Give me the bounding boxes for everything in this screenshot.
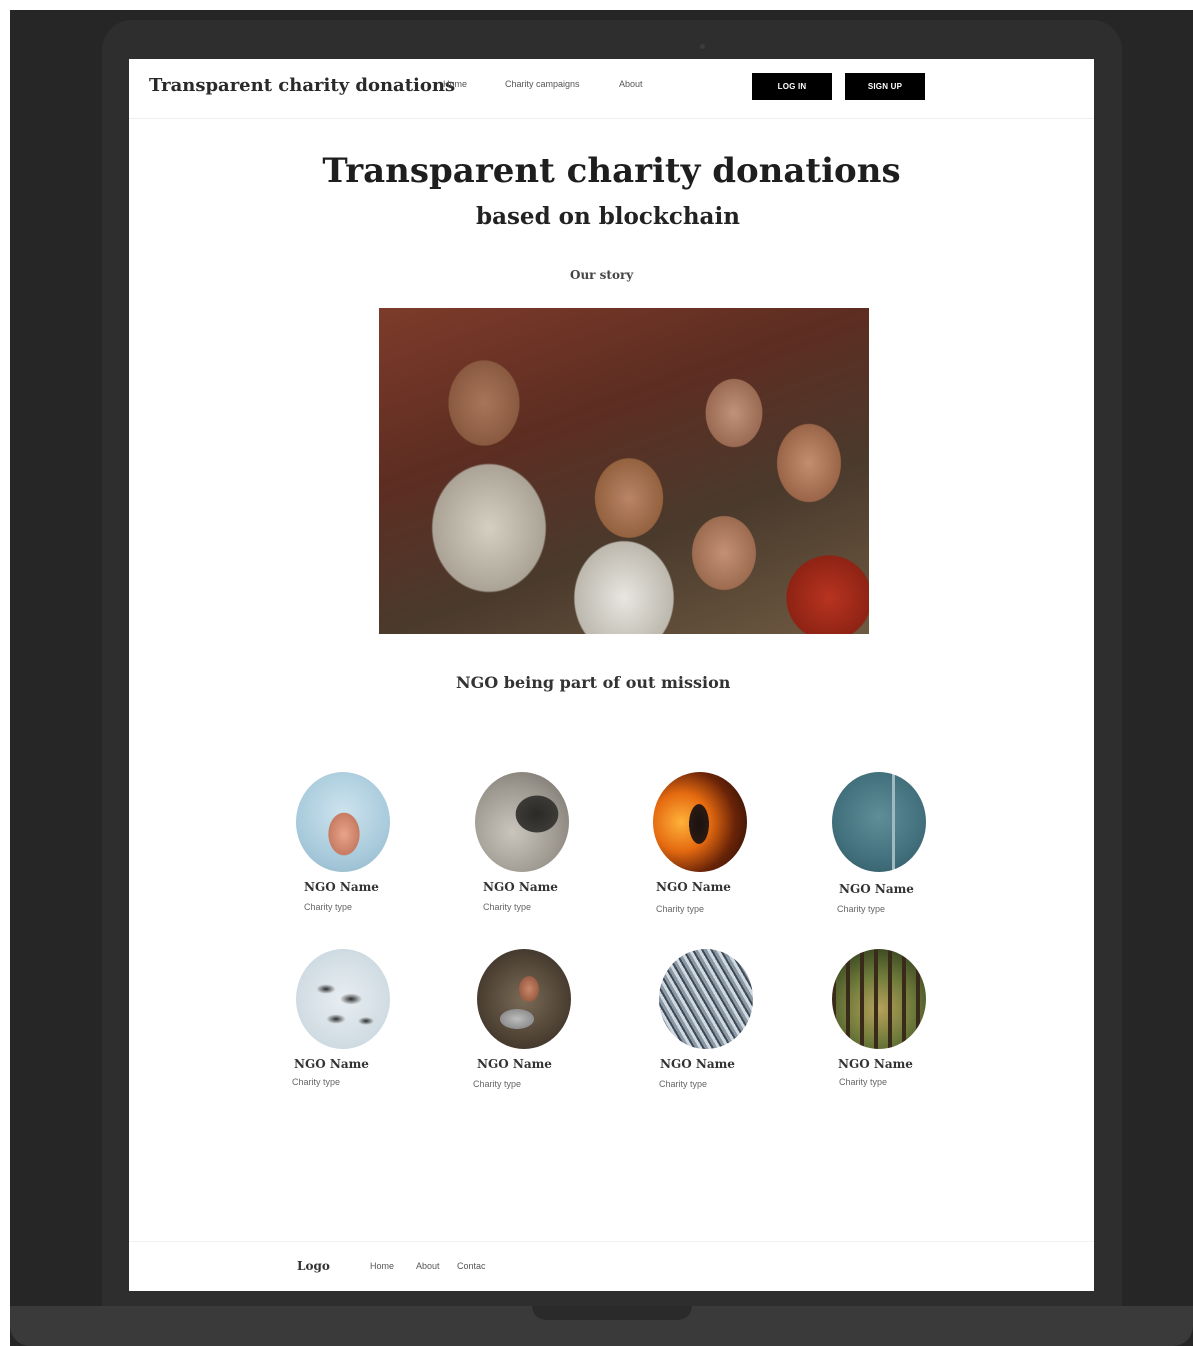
- ngo-avatar-market: [475, 772, 569, 872]
- ngo-card[interactable]: NGO Name Charity type: [832, 772, 942, 922]
- top-navbar: Transparent charity donations Home Chari…: [129, 59, 1094, 119]
- ngo-avatar-fire: [653, 772, 747, 872]
- footer-link-home[interactable]: Home: [370, 1261, 394, 1271]
- footer-logo[interactable]: Logo: [297, 1259, 330, 1273]
- ngo-name: NGO Name: [483, 880, 558, 894]
- ngo-name: NGO Name: [838, 1057, 913, 1071]
- ngo-section-title: NGO being part of out mission: [456, 673, 731, 692]
- hero-photo-children: [379, 308, 869, 634]
- ngo-avatar-forest: [832, 949, 926, 1049]
- ngo-charity-type: Charity type: [659, 1079, 708, 1089]
- ngo-charity-type: Charity type: [304, 902, 353, 912]
- ngo-charity-type: Charity type: [473, 1079, 522, 1089]
- ngo-card[interactable]: NGO Name Charity type: [296, 772, 406, 922]
- ngo-avatar-medical: [832, 772, 926, 872]
- login-button[interactable]: LOG IN: [752, 73, 832, 100]
- brand-title[interactable]: Transparent charity donations: [149, 75, 455, 96]
- hero-title: Transparent charity donations: [322, 151, 901, 191]
- footer-link-about[interactable]: About: [416, 1261, 440, 1271]
- footer: Logo Home About Contac: [129, 1241, 1094, 1291]
- ngo-card[interactable]: NGO Name Charity type: [653, 772, 763, 922]
- ngo-avatar-birds: [296, 949, 390, 1049]
- our-story-link[interactable]: Our story: [570, 268, 633, 282]
- website-screen: Transparent charity donations Home Chari…: [129, 59, 1094, 1291]
- nav-link-home[interactable]: Home: [443, 79, 467, 89]
- ngo-card[interactable]: NGO Name Charity type: [475, 772, 585, 922]
- camera-icon: [700, 44, 705, 49]
- ngo-name: NGO Name: [477, 1057, 552, 1071]
- ngo-charity-type: Charity type: [483, 902, 532, 912]
- ngo-charity-type: Charity type: [839, 1077, 888, 1087]
- ngo-charity-type: Charity type: [837, 904, 886, 914]
- ngo-card[interactable]: NGO Name Charity type: [659, 949, 769, 1099]
- ngo-avatar-hands: [296, 772, 390, 872]
- ngo-name: NGO Name: [660, 1057, 735, 1071]
- ngo-name: NGO Name: [294, 1057, 369, 1071]
- nav-link-charity-campaigns[interactable]: Charity campaigns: [505, 79, 580, 89]
- ngo-name: NGO Name: [839, 882, 914, 896]
- footer-link-contact[interactable]: Contac: [457, 1261, 486, 1271]
- ngo-name: NGO Name: [656, 880, 731, 894]
- ngo-card[interactable]: NGO Name Charity type: [292, 949, 406, 1099]
- ngo-avatar-classroom: [477, 949, 571, 1049]
- nav-link-about[interactable]: About: [619, 79, 643, 89]
- ngo-card[interactable]: NGO Name Charity type: [473, 949, 587, 1099]
- ngo-card[interactable]: NGO Name Charity type: [832, 949, 942, 1099]
- hero-subtitle: based on blockchain: [476, 203, 740, 230]
- laptop-notch: [532, 1306, 692, 1320]
- ngo-charity-type: Charity type: [656, 904, 705, 914]
- signup-button[interactable]: SIGN UP: [845, 73, 925, 100]
- ngo-charity-type: Charity type: [292, 1077, 341, 1087]
- ngo-avatar-crowd: [659, 949, 753, 1049]
- ngo-name: NGO Name: [304, 880, 379, 894]
